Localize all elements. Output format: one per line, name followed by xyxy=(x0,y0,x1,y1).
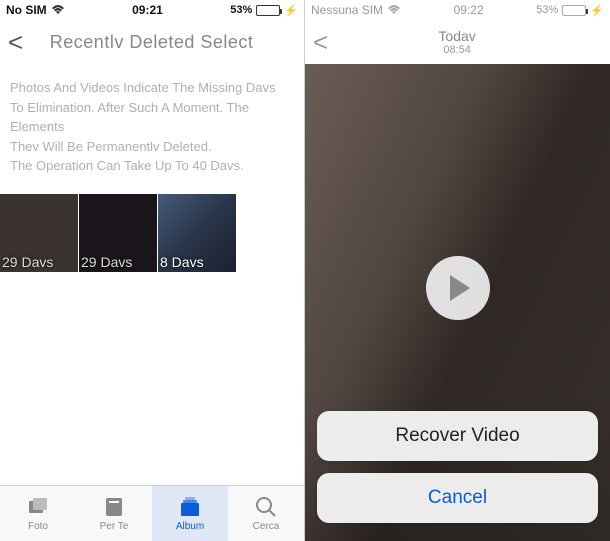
days-remaining-label: 29 Davs xyxy=(0,252,55,272)
charging-icon: ⚡ xyxy=(590,4,604,17)
wifi-icon xyxy=(51,5,65,15)
video-thumbnail[interactable]: 8 Davs xyxy=(158,194,236,272)
recover-video-button[interactable]: Recover Video xyxy=(317,411,598,461)
info-line: To Elimination. After Such A Moment. The… xyxy=(10,98,294,137)
info-text: Photos And Videos Indicate The Missing D… xyxy=(0,64,304,194)
albums-icon xyxy=(178,495,202,519)
thumbnail-row: 29 Davs 29 Davs 8 Davs xyxy=(0,194,304,272)
battery-percent: 53% xyxy=(536,4,558,16)
video-detail-screen: Nessuna SIM 09:22 53% ⚡ < Todav 08:54 Re… xyxy=(305,0,610,541)
status-bar: Nessuna SIM 09:22 53% ⚡ xyxy=(305,0,610,20)
tab-photos[interactable]: Foto xyxy=(0,486,76,541)
video-thumbnail[interactable]: 29 Davs xyxy=(0,194,78,272)
info-line: Photos And Videos Indicate The Missing D… xyxy=(10,78,294,98)
carrier-label: No SIM xyxy=(6,3,47,17)
info-line: The Operation Can Take Up To 40 Davs. xyxy=(10,156,294,176)
tab-label: Per Te xyxy=(100,521,129,532)
carrier-label: Nessuna SIM xyxy=(311,3,383,17)
nav-title: Recentlv Deleted Select xyxy=(7,32,296,53)
tab-label: Foto xyxy=(28,521,48,532)
status-time: 09:22 xyxy=(401,3,536,17)
charging-icon: ⚡ xyxy=(284,4,298,17)
info-line: Thev Will Be Permanentlv Deleted. xyxy=(10,137,294,157)
for-you-icon xyxy=(102,495,126,519)
cancel-button[interactable]: Cancel xyxy=(317,473,598,523)
recently-deleted-screen: No SIM 09:21 53% ⚡ < Recentlv Deleted Se… xyxy=(0,0,305,541)
status-time: 09:21 xyxy=(65,3,231,17)
nav-title: Todav xyxy=(312,28,602,44)
tab-bar: Foto Per Te Album Cerca xyxy=(0,485,304,541)
play-button[interactable] xyxy=(426,256,490,320)
tab-search[interactable]: Cerca xyxy=(228,486,304,541)
tab-label: Album xyxy=(176,521,204,532)
tab-for-you[interactable]: Per Te xyxy=(76,486,152,541)
status-bar: No SIM 09:21 53% ⚡ xyxy=(0,0,304,20)
nav-bar: < Recentlv Deleted Select xyxy=(0,20,304,64)
photos-icon xyxy=(26,495,50,519)
search-icon xyxy=(254,495,278,519)
wifi-icon xyxy=(387,5,401,15)
days-remaining-label: 8 Davs xyxy=(158,252,206,272)
video-preview: Recover Video Cancel xyxy=(305,64,610,541)
nav-bar: < Todav 08:54 xyxy=(305,20,610,64)
battery-percent: 53% xyxy=(230,4,252,16)
video-thumbnail[interactable]: 29 Davs xyxy=(79,194,157,272)
battery-icon xyxy=(562,5,586,16)
days-remaining-label: 29 Davs xyxy=(79,252,134,272)
nav-subtitle: 08:54 xyxy=(312,44,602,56)
battery-icon xyxy=(256,5,280,16)
tab-albums[interactable]: Album xyxy=(152,486,228,541)
play-icon xyxy=(450,275,470,301)
tab-label: Cerca xyxy=(253,521,280,532)
